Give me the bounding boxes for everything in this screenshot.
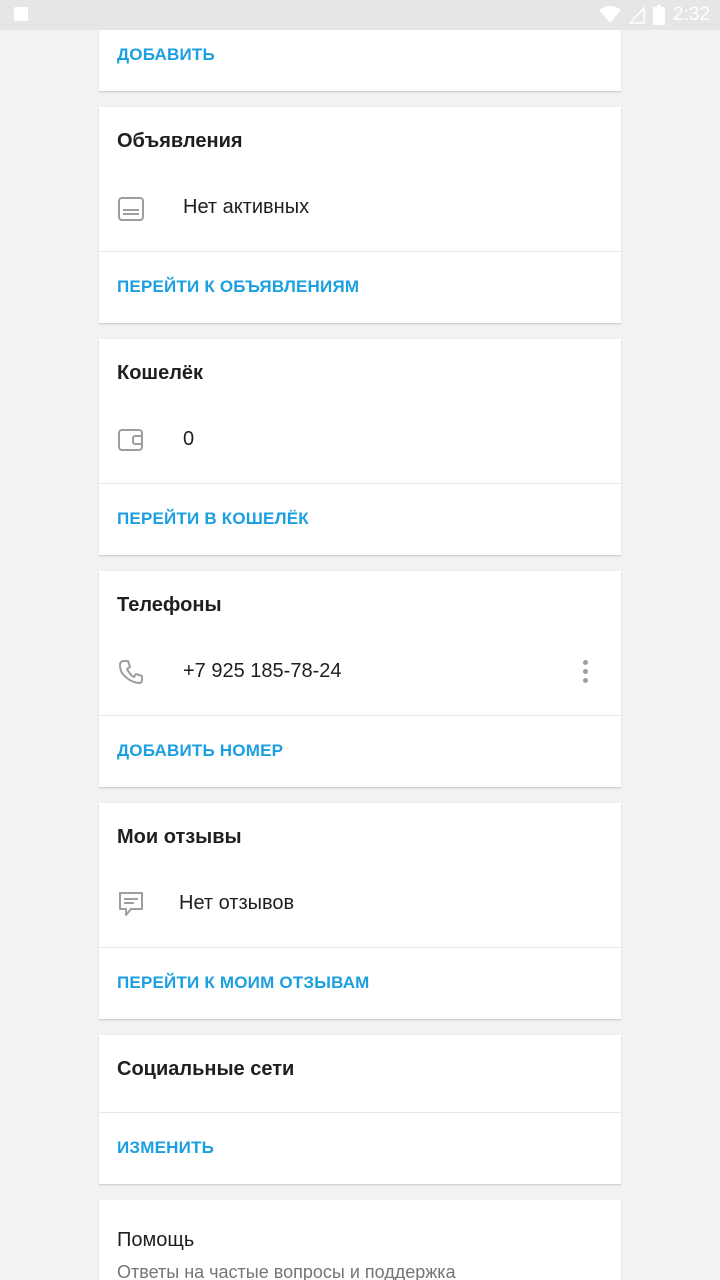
top-card: ДОБАВИТЬ [99,30,621,91]
divider [99,483,621,484]
signal-icon [629,6,645,24]
ads-card: Объявления Нет активных ПЕРЕЙТИ К ОБЪЯВЛ… [99,107,621,323]
go-to-reviews-button[interactable]: ПЕРЕЙТИ К МОИМ ОТЗЫВАМ [117,973,370,993]
wallet-balance: 0 [183,428,195,450]
wifi-icon [599,6,622,23]
more-dot-icon [582,659,588,665]
go-to-wallet-button[interactable]: ПЕРЕЙТИ В КОШЕЛЁК [117,509,309,529]
add-button[interactable]: ДОБАВИТЬ [117,45,215,65]
phones-title: Телефоны [117,594,222,616]
wallet-card: Кошелёк 0 ПЕРЕЙТИ В КОШЕЛЁК [99,339,621,555]
wallet-icon [118,429,143,451]
phones-card: Телефоны +7 925 185-78-24 ДОБАВИТЬ НОМЕР [99,571,621,787]
help-card[interactable]: Помощь Ответы на частые вопросы и поддер… [99,1200,621,1280]
wallet-title: Кошелёк [117,362,204,384]
help-subtitle: Ответы на частые вопросы и поддержка [117,1262,456,1280]
social-card: Социальные сети ИЗМЕНИТЬ [99,1035,621,1184]
status-bar: 2:32 [0,0,720,30]
phone-icon [119,660,143,684]
notification-icon [14,7,28,21]
divider [99,947,621,948]
reviews-title: Мои отзывы [117,826,242,848]
reviews-status: Нет отзывов [179,892,295,914]
social-title: Социальные сети [117,1058,295,1080]
more-dot-icon [582,668,588,674]
battery-icon [653,5,666,25]
go-to-ads-button[interactable]: ПЕРЕЙТИ К ОБЪЯВЛЕНИЯМ [117,277,359,297]
ads-title: Объявления [117,130,243,152]
reviews-card: Мои отзывы Нет отзывов ПЕРЕЙТИ К МОИМ ОТ… [99,803,621,1019]
clock: 2:32 [673,4,710,25]
edit-social-button[interactable]: ИЗМЕНИТЬ [117,1138,214,1158]
divider [99,251,621,252]
divider [99,1112,621,1113]
add-number-button[interactable]: ДОБАВИТЬ НОМЕР [117,741,283,761]
phone-more-menu[interactable] [575,657,595,685]
divider [99,715,621,716]
reviews-icon [119,892,143,916]
more-dot-icon [582,677,588,683]
ads-status: Нет активных [183,196,310,218]
phone-number: +7 925 185-78-24 [183,660,342,682]
help-title: Помощь [117,1229,195,1251]
status-icons: 2:32 [599,3,710,27]
ads-list-icon [118,197,144,221]
